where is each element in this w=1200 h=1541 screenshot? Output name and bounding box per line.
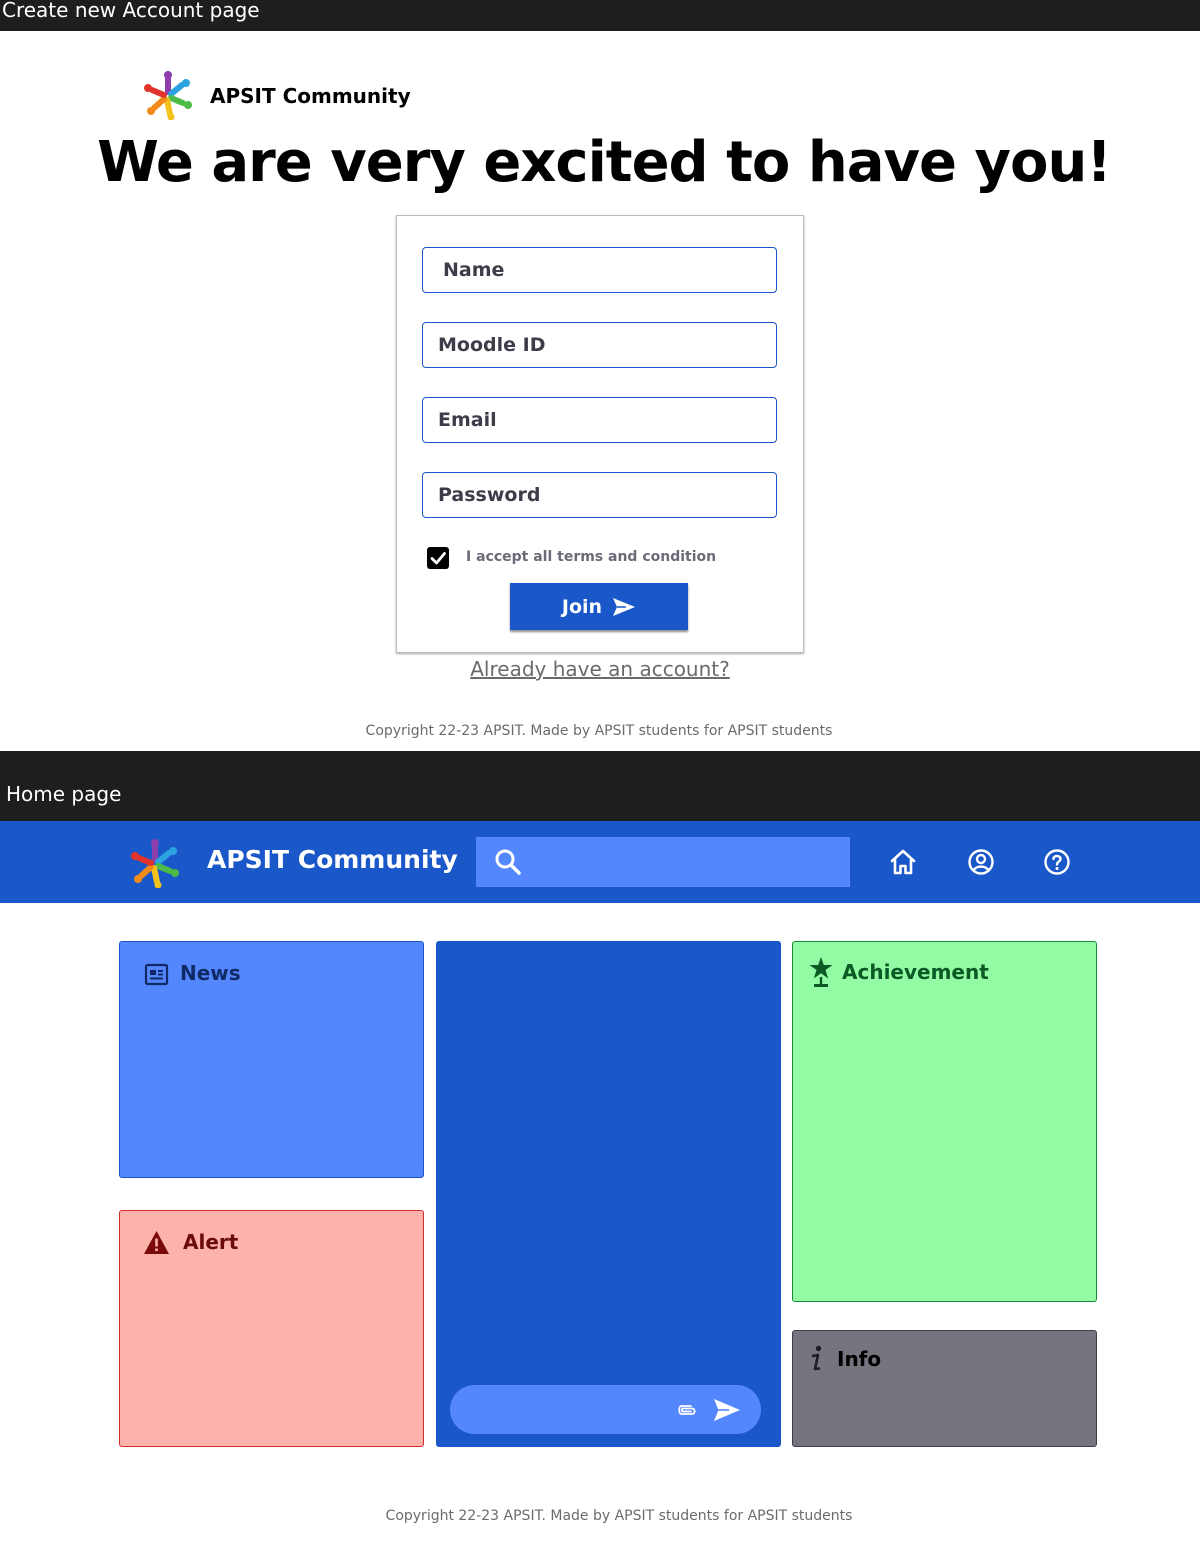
warning-icon <box>144 1231 169 1254</box>
login-link[interactable]: Already have an account? <box>470 657 729 681</box>
achievement-title: Achievement <box>842 960 989 984</box>
alert-title: Alert <box>183 1230 239 1254</box>
news-title: News <box>180 961 241 985</box>
brand-name: APSIT Community <box>210 84 411 108</box>
join-button-label: Join <box>561 595 603 618</box>
community-logo-icon <box>144 71 192 120</box>
login-link-row: Already have an account? <box>0 657 1200 681</box>
chat-input[interactable] <box>450 1385 673 1434</box>
attach-icon[interactable] <box>673 1397 699 1423</box>
page-headline: We are very excited to have you! <box>97 130 1112 195</box>
community-logo-icon[interactable] <box>130 838 180 888</box>
search-bar[interactable] <box>476 837 850 887</box>
navbar-brand-name[interactable]: APSIT Community <box>207 845 458 874</box>
checkmark-icon <box>430 552 446 565</box>
chat-input-bar[interactable] <box>450 1385 761 1434</box>
moodle-id-field[interactable] <box>422 322 777 368</box>
copyright-text: Copyright 22-23 APSIT. Made by APSIT stu… <box>385 1508 853 1524</box>
email-input[interactable] <box>423 398 776 442</box>
password-field[interactable] <box>422 472 777 518</box>
info-title: Info <box>837 1347 882 1371</box>
trophy-star-icon <box>809 957 833 987</box>
section-title: Create new Account page <box>2 0 260 22</box>
password-input[interactable] <box>423 473 776 517</box>
info-icon <box>811 1345 822 1371</box>
send-arrow-icon <box>613 597 636 616</box>
join-button[interactable]: Join <box>510 583 688 630</box>
user-icon[interactable] <box>966 847 996 877</box>
section-header-bar <box>0 751 1200 821</box>
name-field[interactable] <box>422 247 777 293</box>
help-icon[interactable] <box>1042 847 1072 877</box>
chat-feed-panel <box>436 941 781 1447</box>
newspaper-icon <box>144 963 169 986</box>
name-input[interactable] <box>423 248 776 292</box>
copyright-text: Copyright 22-23 APSIT. Made by APSIT stu… <box>365 723 833 739</box>
section-title: Home page <box>6 782 122 806</box>
email-field[interactable] <box>422 397 777 443</box>
send-icon[interactable] <box>713 1398 741 1422</box>
search-icon[interactable] <box>494 848 522 876</box>
achievement-panel[interactable] <box>792 941 1097 1302</box>
moodle-id-input[interactable] <box>423 323 776 367</box>
home-icon[interactable] <box>888 847 918 877</box>
search-input[interactable] <box>522 837 850 887</box>
terms-checkbox[interactable] <box>427 547 449 569</box>
terms-label: I accept all terms and condition <box>466 549 717 565</box>
